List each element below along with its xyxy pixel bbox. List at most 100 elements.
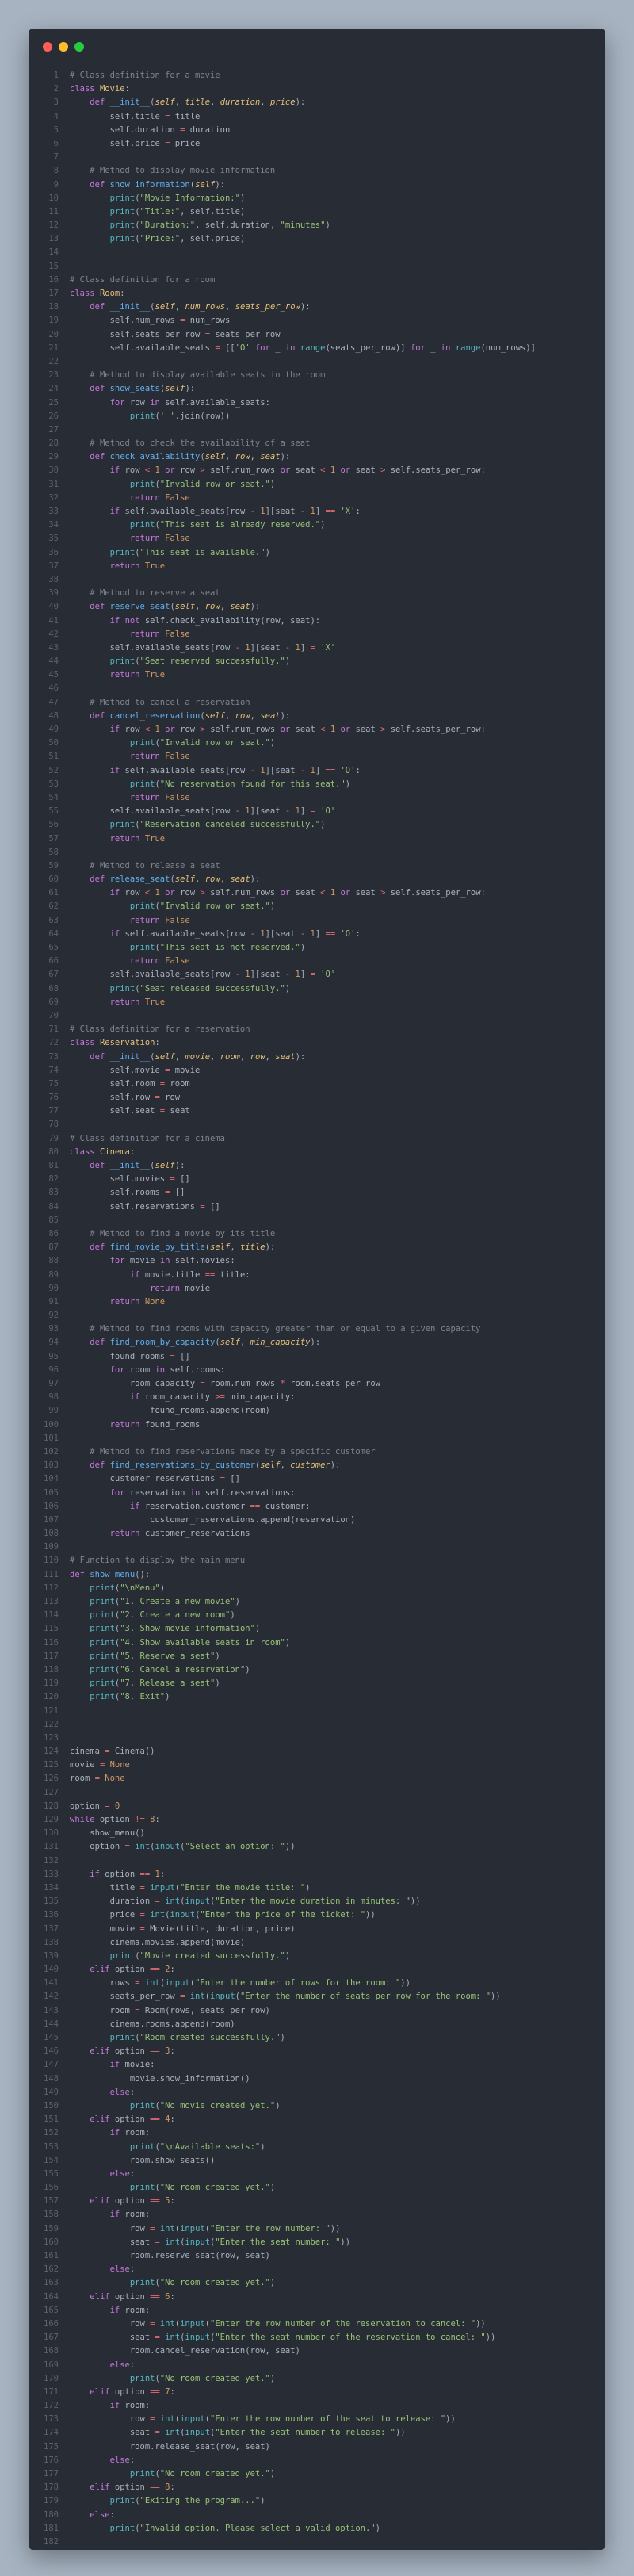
code-token: price: [269, 98, 296, 108]
line-number: 160: [44, 2237, 59, 2247]
code-token: ):: [174, 1161, 185, 1170]
code-line: 61 if row < 1 or row > self.num_rows or …: [29, 886, 605, 900]
code-line: 115 print("3. Show movie information"): [29, 1622, 605, 1636]
line-number: 48: [48, 710, 59, 721]
code-line: 71 # Class definition for a reservation: [29, 1023, 605, 1036]
code-line: 153 print("\nAvailable seats:"): [29, 2141, 605, 2154]
code-token: if: [109, 2305, 120, 2315]
code-token: "Invalid option. Please select a valid o…: [139, 2523, 376, 2533]
code-token: self: [155, 1051, 175, 1062]
code-token: print: [109, 983, 136, 993]
code-token: ,: [250, 710, 261, 721]
code-token: seat: [260, 452, 281, 462]
code-token: # Method to find a movie by its title: [90, 1228, 276, 1238]
code-token: ): [239, 193, 246, 203]
code-token: ]: [300, 970, 311, 980]
code-token: !=: [135, 1815, 145, 1824]
code-token: int: [165, 1897, 181, 1907]
maximize-window-dot-icon[interactable]: [74, 42, 84, 52]
line-number: 158: [44, 2210, 59, 2220]
line-number: 82: [48, 1174, 59, 1185]
code-token: "Price:": [139, 234, 181, 244]
code-token: option: [70, 1842, 125, 1852]
line-number: 105: [44, 1487, 59, 1498]
minimize-window-dot-icon[interactable]: [59, 42, 68, 52]
code-token: room: [70, 2005, 136, 2015]
code-token: print: [109, 220, 136, 231]
close-window-dot-icon[interactable]: [43, 42, 52, 52]
code-token: print: [129, 2142, 155, 2152]
code-token: # Method to reserve a seat: [90, 588, 220, 599]
code-token: else: [109, 2264, 130, 2275]
code-token: ): [375, 2523, 380, 2533]
line-text: return True: [70, 668, 166, 682]
code-token: print: [90, 1678, 115, 1689]
code-token: __init__: [109, 98, 151, 108]
code-token: 'O': [235, 343, 250, 353]
line-number: 125: [44, 1760, 59, 1770]
line-text: print("No movie created yet."): [70, 2099, 281, 2113]
code-token: ,: [225, 452, 235, 462]
code-token: self.available_seats[row: [120, 507, 250, 516]
code-token: )): [285, 1842, 296, 1852]
line-text: print("\nMenu"): [70, 1582, 165, 1595]
code-token: ): [285, 983, 291, 993]
code-token: or: [165, 888, 175, 898]
line-text: print("Title:", self.title): [70, 205, 246, 219]
line-number: 59: [48, 860, 59, 871]
line-text: customer_reservations = []: [70, 1472, 240, 1486]
code-token: in: [155, 1365, 166, 1375]
code-line: 37 return True: [29, 560, 605, 573]
line-number: 155: [44, 2168, 59, 2179]
code-line: 98 if room_capacity >= min_capacity:: [29, 1391, 605, 1404]
line-text: seat = int(input("Enter the seat number …: [70, 2331, 496, 2344]
code-token: False: [165, 792, 190, 802]
code-token: for: [254, 343, 270, 353]
code-token: print: [109, 656, 136, 667]
code-token: "Enter the number of seats per row for t…: [239, 1992, 491, 2002]
code-token: print: [129, 2373, 155, 2383]
code-token: print: [129, 901, 155, 912]
code-token: def: [90, 602, 105, 612]
line-number: 159: [44, 2223, 59, 2233]
code-editor[interactable]: 1 # Class definition for a movie 2 class Mo…: [29, 69, 605, 2549]
code-token: return: [109, 670, 140, 680]
code-token: ==: [150, 2482, 160, 2493]
code-token: []: [204, 1201, 220, 1211]
code-token: elif: [90, 1965, 110, 1975]
code-token: option: [109, 1965, 151, 1975]
code-line: 79 # Class definition for a cinema: [29, 1132, 605, 1146]
code-token: self: [165, 384, 185, 394]
line-text: elif option == 6:: [70, 2291, 175, 2304]
code-token: ): [285, 656, 291, 667]
code-token: self: [210, 1242, 231, 1253]
code-token: return: [129, 956, 160, 966]
code-token: return: [129, 492, 160, 503]
code-line: 129 while option != 8:: [29, 1813, 605, 1827]
code-token: seat: [275, 1051, 296, 1062]
code-line: 139 print("Movie created successfully."): [29, 1950, 605, 1963]
code-token: ,: [260, 98, 270, 108]
code-token: "Movie created successfully.": [139, 1950, 285, 1961]
line-number: 16: [48, 274, 59, 285]
line-text: duration = int(input("Enter the movie du…: [70, 1895, 421, 1908]
code-token: "Enter the row number: ": [210, 2223, 330, 2233]
line-number: 69: [48, 997, 59, 1007]
code-line: 87 def find_movie_by_title(self, title):: [29, 1241, 605, 1254]
line-number: 36: [48, 547, 59, 557]
code-line: 80 class Cinema:: [29, 1146, 605, 1159]
code-token: ][seat: [265, 507, 300, 516]
code-token: )): [491, 1992, 501, 2002]
code-token: ): [215, 1651, 220, 1661]
code-token: self.movies:: [170, 1256, 235, 1266]
line-number: 7: [53, 152, 59, 163]
code-token: return: [109, 997, 140, 1007]
